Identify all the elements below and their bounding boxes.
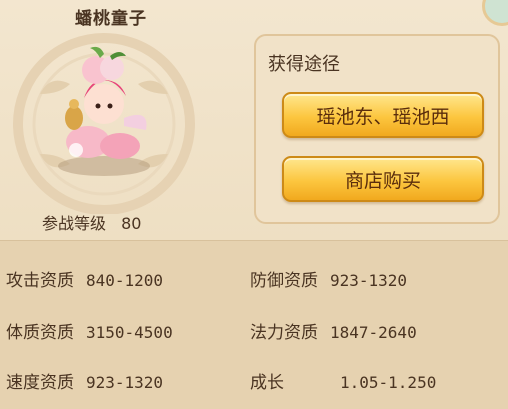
pet-portrait <box>0 24 222 214</box>
stat-constitution: 体质资质 3150-4500 <box>6 318 173 343</box>
stat-value: 840-1200 <box>86 271 164 290</box>
stat-value: 1847-2640 <box>330 323 417 342</box>
obtain-source-title: 获得途径 <box>268 54 340 75</box>
stat-value: 923-1320 <box>86 373 164 392</box>
stat-value: 923-1320 <box>330 271 408 290</box>
shop-purchase-button[interactable]: 商店购买 <box>282 156 484 202</box>
stat-speed: 速度资质 923-1320 <box>6 368 163 393</box>
battle-level-row: 参战等级 80 <box>42 210 141 234</box>
stat-label: 法力资质 <box>250 323 318 343</box>
obtain-source-box: 获得途径 瑶池东、瑶池西 商店购买 <box>254 34 500 224</box>
stat-label: 攻击资质 <box>6 271 74 291</box>
stat-mana: 法力资质 1847-2640 <box>250 318 417 343</box>
stat-attack: 攻击资质 840-1200 <box>6 266 163 291</box>
stat-value: 1.05-1.250 <box>340 373 437 392</box>
yaochi-location-button[interactable]: 瑶池东、瑶池西 <box>282 92 484 138</box>
stat-value: 3150-4500 <box>86 323 173 342</box>
stat-label: 成长 <box>250 373 284 393</box>
stat-label: 速度资质 <box>6 373 74 393</box>
pet-sprite-icon <box>13 33 195 214</box>
stat-label: 防御资质 <box>250 271 318 291</box>
stat-label: 体质资质 <box>6 323 74 343</box>
stat-defense: 防御资质 923-1320 <box>250 266 407 291</box>
battle-level-label: 参战等级 <box>42 214 107 233</box>
stat-growth: 成长 1.05-1.250 <box>250 368 436 393</box>
battle-level-value: 80 <box>121 214 142 233</box>
